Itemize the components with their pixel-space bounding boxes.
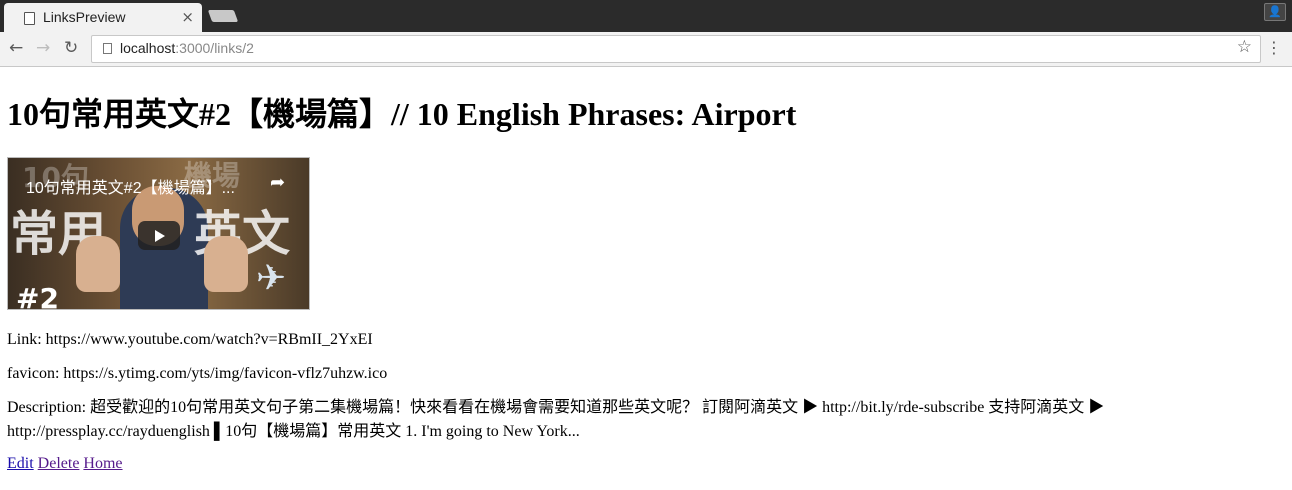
page-content: 10句常用英文#2【機場篇】// 10 English Phrases: Air… bbox=[7, 66, 1277, 473]
video-hand-left bbox=[76, 236, 120, 292]
video-overlay-title[interactable]: 10句常用英文#2【機場篇】... bbox=[26, 174, 235, 198]
delete-link[interactable]: Delete bbox=[38, 455, 80, 472]
video-embed[interactable]: 10句 機場 常用 英文 ✈ #2 10句常用英文#2【機場篇】... ➦ bbox=[7, 157, 310, 310]
browser-menu-icon[interactable]: ⋮ bbox=[1266, 38, 1282, 57]
edit-link[interactable]: Edit bbox=[7, 455, 34, 472]
profile-icon[interactable]: 👤 bbox=[1264, 3, 1286, 21]
favicon-line: favicon: https://s.ytimg.com/yts/img/fav… bbox=[7, 365, 388, 382]
forward-button[interactable]: → bbox=[36, 38, 50, 58]
page-info-icon[interactable] bbox=[103, 43, 112, 54]
browser-tab[interactable]: LinksPreview × bbox=[4, 3, 202, 32]
page-icon bbox=[24, 12, 35, 25]
profile-glyph: 👤 bbox=[1268, 5, 1282, 18]
browser-toolbar: ← → ↻ localhost:3000/links/2 ☆ ⋮ bbox=[0, 32, 1292, 67]
url-path: :3000/links/2 bbox=[175, 40, 254, 56]
new-tab-button[interactable] bbox=[207, 10, 239, 22]
close-tab-icon[interactable]: × bbox=[181, 8, 194, 26]
play-button[interactable] bbox=[138, 221, 180, 250]
reload-button[interactable]: ↻ bbox=[64, 38, 78, 58]
tab-title: LinksPreview bbox=[43, 9, 126, 25]
home-link[interactable]: Home bbox=[83, 455, 122, 472]
video-hand-right bbox=[204, 236, 248, 292]
address-bar[interactable]: localhost:3000/links/2 ☆ bbox=[91, 35, 1261, 63]
url-text[interactable]: localhost:3000/links/2 bbox=[120, 40, 254, 56]
bookmark-star-icon[interactable]: ☆ bbox=[1237, 37, 1252, 57]
browser-tabstrip: LinksPreview × 👤 bbox=[0, 0, 1292, 32]
page-title: 10句常用英文#2【機場篇】// 10 English Phrases: Air… bbox=[7, 96, 797, 132]
action-links: Edit Delete Home bbox=[7, 455, 1277, 473]
back-button[interactable]: ← bbox=[9, 38, 23, 58]
url-host: localhost bbox=[120, 40, 176, 56]
link-line: Link: https://www.youtube.com/watch?v=RB… bbox=[7, 331, 373, 348]
airplane-icon: ✈ bbox=[256, 258, 287, 299]
description-line: Description: 超受歡迎的10句常用英文句子第二集機場篇！快來看看在機… bbox=[7, 399, 1105, 440]
share-icon[interactable]: ➦ bbox=[270, 172, 285, 193]
video-number: #2 bbox=[16, 282, 59, 310]
